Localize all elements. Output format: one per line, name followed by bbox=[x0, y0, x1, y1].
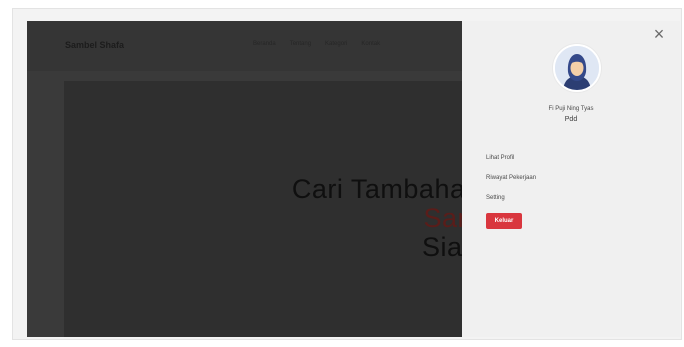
user-name: Fi Puji Ning Tyas bbox=[548, 106, 594, 112]
hero-headline-line-2: Sambil bbox=[423, 203, 462, 233]
page-backdrop: Sambel Shafa Beranda Tentang Kategori Ko… bbox=[27, 21, 462, 337]
drawer-menu: Lihat Profil Riwayat Pekerjaan Setting bbox=[486, 154, 536, 214]
brand-logo[interactable]: Sambel Shafa bbox=[65, 40, 124, 50]
menu-item-lihat-profil[interactable]: Lihat Profil bbox=[486, 154, 536, 174]
hero-headline-line-3: Siap M bbox=[421, 232, 462, 262]
hero-section: Cari Tambahan U Sambil Siap M bbox=[64, 81, 462, 337]
logout-button[interactable]: Keluar bbox=[486, 213, 522, 229]
menu-item-setting[interactable]: Setting bbox=[486, 194, 536, 214]
user-role: Pdd bbox=[564, 116, 578, 123]
navbar: Sambel Shafa Beranda Tentang Kategori Ko… bbox=[27, 21, 462, 71]
nav-link-kontak[interactable]: Kontak bbox=[361, 41, 380, 47]
avatar bbox=[553, 44, 601, 92]
hijab-avatar-icon bbox=[555, 46, 599, 90]
nav-link-kategori[interactable]: Kategori bbox=[325, 41, 347, 47]
profile-drawer: × Fi Puji Ning Tyas Pdd Lihat Profil Riw… bbox=[462, 21, 680, 337]
nav-link-tentang[interactable]: Tentang bbox=[290, 41, 311, 47]
nav-links: Beranda Tentang Kategori Kontak bbox=[253, 41, 380, 47]
hero-headline-line-1: Cari Tambahan U bbox=[291, 174, 462, 204]
nav-link-beranda[interactable]: Beranda bbox=[253, 41, 276, 47]
menu-item-riwayat-pekerjaan[interactable]: Riwayat Pekerjaan bbox=[486, 174, 536, 194]
close-icon[interactable]: × bbox=[651, 25, 667, 43]
